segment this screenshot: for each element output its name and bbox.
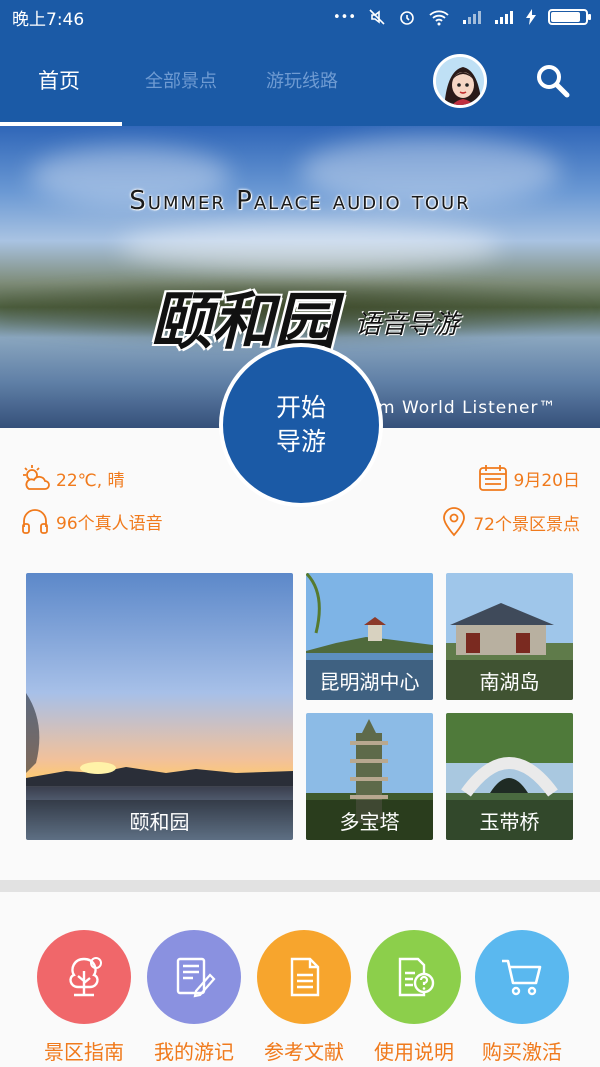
audio-count-text: 96个真人语音 [56,513,163,534]
charging-icon [526,9,536,25]
help-document-icon [398,957,435,997]
more-dots-icon: ••• [332,9,356,25]
tile-south-lake-island[interactable]: 南湖岛 [446,573,573,700]
start-tour-line2: 导游 [275,427,326,456]
mute-icon [369,9,385,25]
tile-caption: 玉带桥 [446,800,573,840]
menu-references[interactable]: 参考文献 [249,930,359,1065]
menu-label: 购买激活 [482,1040,562,1064]
tab-all-spots[interactable]: 全部景点 [145,34,217,126]
wifi-icon [429,10,449,26]
weather-text: 22℃, 晴 [56,470,125,491]
calendar-icon [478,465,507,491]
menu-purchase[interactable]: 购买激活 [467,930,577,1065]
tile-kunming-lake[interactable]: 昆明湖中心 [306,573,433,700]
start-tour-line1: 开始 [275,393,326,422]
tile-caption: 多宝塔 [306,800,433,840]
menu-label: 景区指南 [44,1040,124,1064]
tile-summer-palace[interactable]: 颐和园 [26,573,293,840]
tab-routes[interactable]: 游玩线路 [266,34,338,126]
banner-title-en: Summer Palace audio tour [129,186,471,216]
menu-guide[interactable]: 景区指南 [29,930,139,1065]
tile-caption: 昆明湖中心 [306,660,433,700]
document-icon [290,957,320,997]
tile-jade-belt-bridge[interactable]: 玉带桥 [446,713,573,840]
bottom-menu: 景区指南 我的游记 参考文献 使用说明 购买激活 [0,892,600,1067]
location-pin-icon [443,507,466,537]
menu-instructions[interactable]: 使用说明 [359,930,469,1065]
date-info: 9月20日 [478,464,580,492]
status-time: 晚上7:46 [12,9,85,30]
tree-icon [69,957,102,997]
menu-instructions-circle [367,930,461,1024]
app-header: 首页 全部景点 游玩线路 [0,34,600,126]
tile-caption: 南湖岛 [446,660,573,700]
alarm-icon [400,11,414,25]
weather-sun-cloud-icon [23,465,50,490]
date-text: 9月20日 [513,470,580,491]
weather-info: 22℃, 晴 [20,464,125,492]
note-edit-icon [176,957,216,998]
avatar-portrait-icon [436,57,484,105]
status-bar: 晚上7:46 ••• [0,0,600,34]
start-tour-button[interactable]: 开始 导游 [219,343,383,507]
menu-label: 参考文献 [264,1040,344,1064]
menu-guide-circle [37,930,131,1024]
menu-journal-circle [147,930,241,1024]
menu-journal[interactable]: 我的游记 [139,930,249,1065]
tab-home[interactable]: 首页 [38,34,80,126]
avatar[interactable] [433,54,487,108]
banner-subtitle-cn: 语音导游 [355,310,460,340]
tile-duobao-pagoda[interactable]: 多宝塔 [306,713,433,840]
banner-credit: m World Listener™ [378,398,557,418]
battery-icon [548,9,591,25]
signal-icon-2 [495,11,513,24]
section-divider [0,880,600,892]
signal-icon [463,11,481,24]
cart-icon [502,959,542,996]
menu-purchase-circle [475,930,569,1024]
audio-info: 96个真人语音 [20,507,163,535]
headphones-icon [22,509,48,534]
spots-count-text: 72个景区景点 [473,514,580,535]
tile-caption: 颐和园 [26,800,293,840]
spots-info: 72个景区景点 [441,507,580,537]
menu-references-circle [257,930,351,1024]
status-icons: ••• [332,8,591,26]
menu-label: 使用说明 [374,1040,454,1064]
search-icon [537,65,570,98]
search-button[interactable] [533,61,573,101]
menu-label: 我的游记 [154,1040,234,1064]
